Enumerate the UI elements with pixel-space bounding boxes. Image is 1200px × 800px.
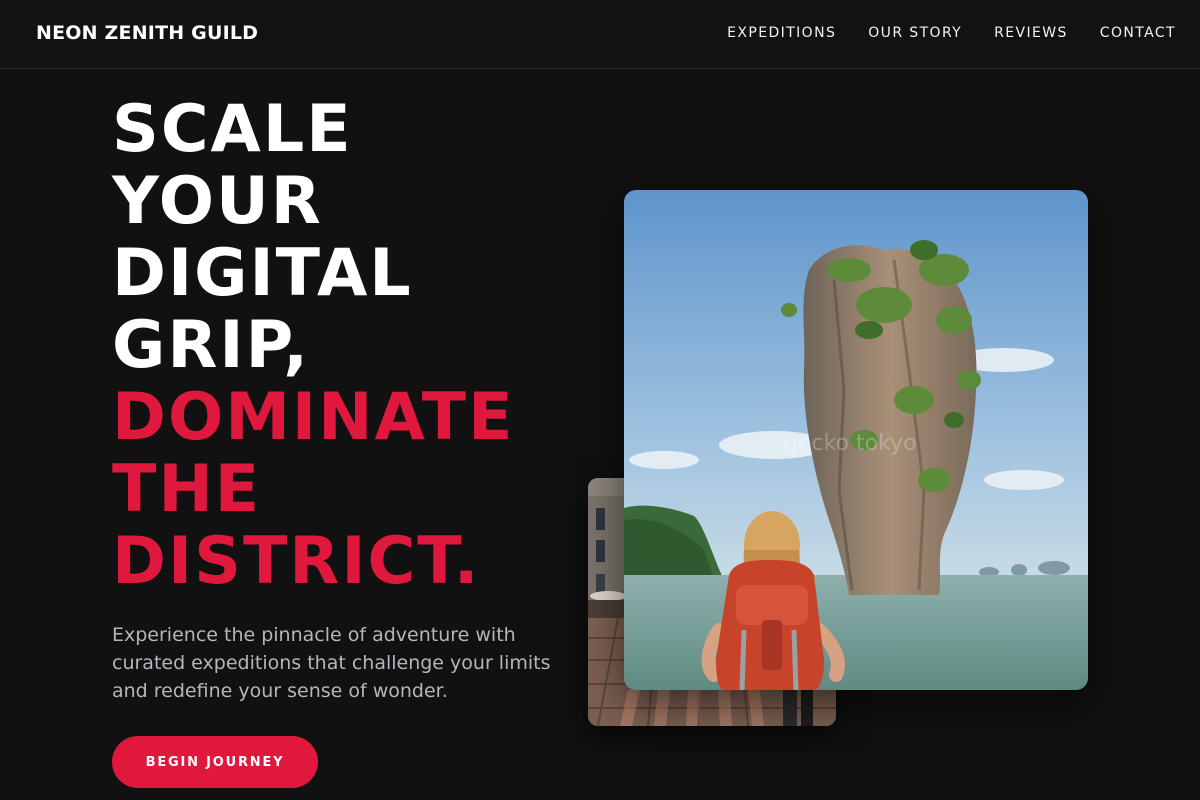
site-header: NEON ZENITH GUILD EXPEDITIONS OUR STORY … (0, 0, 1200, 69)
headline-accent-line: DOMINATE (112, 380, 515, 455)
nav-link-reviews[interactable]: REVIEWS (994, 25, 1068, 41)
nav-link-our-story[interactable]: OUR STORY (868, 25, 962, 41)
headline-accent-line: THE (112, 452, 262, 527)
nav-link-expeditions[interactable]: EXPEDITIONS (727, 25, 836, 41)
headline-line: DIGITAL (112, 236, 413, 311)
headline-line: YOUR (112, 164, 323, 239)
begin-journey-button[interactable]: BEGIN JOURNEY (112, 736, 318, 788)
nav-link-contact[interactable]: CONTACT (1100, 25, 1176, 41)
main-nav: EXPEDITIONS OUR STORY REVIEWS CONTACT (727, 25, 1176, 41)
headline-accent-line: DISTRICT. (112, 524, 481, 599)
site-logo[interactable]: NEON ZENITH GUILD (36, 22, 258, 44)
rock-island-photo: gecko tokyo (624, 190, 1088, 690)
headline-line: GRIP, (112, 308, 310, 383)
photo-watermark: gecko tokyo (784, 431, 917, 456)
hero-tagline: Experience the pinnacle of adventure wit… (112, 624, 551, 702)
hero-headline: SCALE YOUR DIGITAL GRIP, DOMINATE THE DI… (112, 94, 514, 598)
headline-line: SCALE (112, 92, 353, 167)
